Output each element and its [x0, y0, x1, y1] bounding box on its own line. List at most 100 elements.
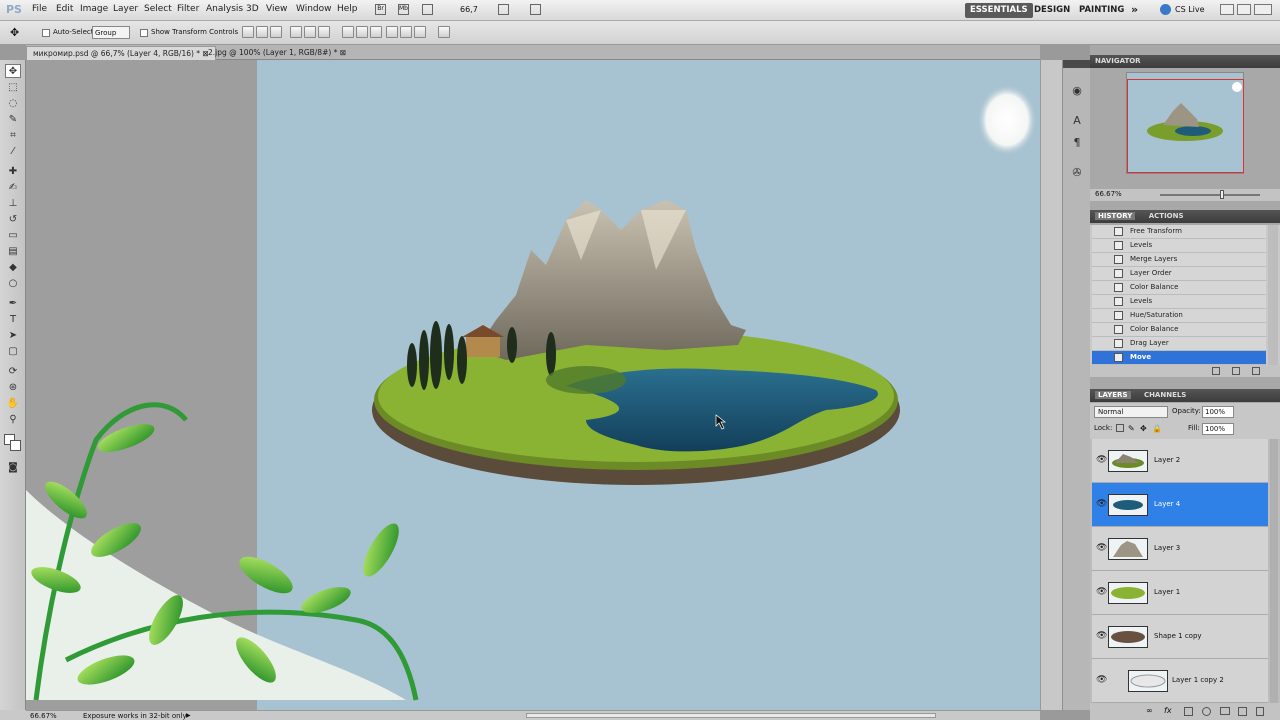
brush-tool-icon[interactable]: ✍ — [5, 180, 21, 194]
layers-scrollbar[interactable] — [1270, 439, 1278, 703]
tool-presets-icon[interactable]: ◉ — [1070, 84, 1084, 98]
navigator-view-box[interactable] — [1127, 79, 1244, 173]
clone-stamp-tool-icon[interactable]: ⊥ — [5, 196, 21, 210]
history-item[interactable]: Levels — [1092, 295, 1266, 309]
layer-row[interactable]: 👁 Layer 1 copy 2 — [1092, 659, 1268, 703]
move-tool-icon[interactable]: ✥ — [5, 64, 21, 78]
blur-tool-icon[interactable]: ◆ — [5, 260, 21, 274]
navigator-header[interactable]: NAVIGATOR — [1090, 55, 1280, 68]
blend-mode-select[interactable]: Normal — [1094, 406, 1168, 418]
cs-live-button[interactable]: CS Live — [1175, 5, 1205, 14]
menu-filter[interactable]: Filter — [177, 4, 199, 14]
paragraph-panel-icon[interactable]: ¶ — [1070, 136, 1084, 150]
bridge-icon[interactable]: Br — [375, 4, 386, 15]
adjustment-layer-icon[interactable] — [1202, 707, 1211, 716]
layer-row[interactable]: 👁 Shape 1 copy — [1092, 615, 1268, 659]
workspace-more[interactable]: » — [1126, 1, 1143, 16]
eyedropper-tool-icon[interactable]: ⁄ — [5, 144, 21, 158]
zoom-level-box[interactable]: 66,7 — [460, 5, 478, 14]
hand-tool-icon[interactable]: ✋ — [5, 396, 21, 410]
visibility-eye-icon[interactable]: 👁 — [1096, 499, 1107, 509]
new-group-icon[interactable] — [1220, 707, 1230, 715]
layer-mask-icon[interactable] — [1184, 707, 1193, 716]
eraser-tool-icon[interactable]: ▭ — [5, 228, 21, 242]
visibility-eye-icon[interactable]: 👁 — [1096, 543, 1107, 553]
history-item[interactable]: Hue/Saturation — [1092, 309, 1266, 323]
marquee-tool-icon[interactable]: ⬚ — [5, 80, 21, 94]
navigator-zoom-slider[interactable] — [1160, 194, 1260, 196]
mini-bridge-icon[interactable]: Mb — [398, 4, 409, 15]
type-tool-icon[interactable]: T — [5, 312, 21, 326]
align-vertical-center-icon[interactable] — [256, 26, 268, 38]
new-layer-icon[interactable] — [1238, 707, 1247, 716]
path-select-tool-icon[interactable]: ➤ — [5, 328, 21, 342]
auto-select-dropdown[interactable]: Group — [92, 26, 130, 39]
delete-layer-icon[interactable] — [1256, 707, 1264, 716]
doc-tab[interactable]: 2.jpg @ 100% (Layer 1, RGB/8#) * ⊠ — [202, 46, 352, 60]
layer-row[interactable]: 👁 Layer 2 — [1092, 439, 1268, 483]
history-item-selected[interactable]: Move — [1092, 351, 1266, 365]
new-snapshot-icon[interactable] — [1232, 367, 1240, 375]
menu-image[interactable]: Image — [80, 4, 108, 14]
background-color-swatch[interactable] — [10, 440, 21, 451]
workspace-design[interactable]: DESIGN — [1029, 3, 1075, 18]
distribute-vcenter-icon[interactable] — [356, 26, 368, 38]
history-item[interactable]: Color Balance — [1092, 281, 1266, 295]
menu-analysis[interactable]: Analysis — [206, 4, 243, 14]
navigator-zoom-handle[interactable] — [1220, 190, 1224, 199]
align-bottom-icon[interactable] — [270, 26, 282, 38]
align-top-icon[interactable] — [242, 26, 254, 38]
history-item[interactable]: Color Balance — [1092, 323, 1266, 337]
distribute-right-icon[interactable] — [414, 26, 426, 38]
character-panel-icon[interactable]: A — [1070, 114, 1084, 128]
status-menu-arrow-icon[interactable]: ▶ — [186, 712, 191, 719]
close-button[interactable] — [1254, 4, 1272, 15]
move-tool-icon[interactable]: ✥ — [10, 26, 19, 39]
distribute-top-icon[interactable] — [342, 26, 354, 38]
align-right-icon[interactable] — [318, 26, 330, 38]
fill-input[interactable]: 100% — [1202, 423, 1234, 435]
history-item[interactable]: Layer Order — [1092, 267, 1266, 281]
lock-position-icon[interactable]: ✥ — [1140, 424, 1147, 433]
history-item[interactable]: Merge Layers — [1092, 253, 1266, 267]
healing-brush-tool-icon[interactable]: ✚ — [5, 164, 21, 178]
dodge-tool-icon[interactable]: ○ — [5, 276, 21, 290]
layer-style-icon[interactable]: fx — [1164, 706, 1172, 715]
distribute-hcenter-icon[interactable] — [400, 26, 412, 38]
close-tab-icon[interactable]: ⊠ — [340, 48, 346, 57]
show-transform-checkbox[interactable] — [140, 28, 148, 38]
layer-row[interactable]: 👁 Layer 1 — [1092, 571, 1268, 615]
menu-layer[interactable]: Layer — [113, 4, 138, 14]
distribute-left-icon[interactable] — [386, 26, 398, 38]
restore-button[interactable] — [1237, 4, 1251, 15]
new-document-from-state-icon[interactable] — [1212, 367, 1220, 375]
zoom-tool-icon[interactable]: ⚲ — [5, 412, 21, 426]
navigator-zoom-value[interactable]: 66.67% — [1095, 190, 1122, 198]
canvas-horizontal-scrollbar[interactable] — [526, 713, 936, 718]
layer-row[interactable]: 👁 Layer 3 — [1092, 527, 1268, 571]
lock-transparency-icon[interactable] — [1116, 424, 1124, 432]
menu-window[interactable]: Window — [296, 4, 332, 14]
screen-mode-icon[interactable] — [530, 4, 541, 15]
workspace-painting[interactable]: PAINTING — [1074, 3, 1129, 18]
3d-rotate-tool-icon[interactable]: ⟳ — [5, 364, 21, 378]
lock-pixels-icon[interactable]: ✎ — [1128, 424, 1135, 433]
quick-mask-icon[interactable]: ◙ — [5, 460, 21, 474]
layer-row-selected[interactable]: 👁 Layer 4 — [1092, 483, 1268, 527]
menu-help[interactable]: Help — [337, 4, 358, 14]
distribute-bottom-icon[interactable] — [370, 26, 382, 38]
doc-tab-active[interactable]: микромир.psd @ 66,7% (Layer 4, RGB/16) *… — [26, 46, 216, 60]
clone-source-icon[interactable]: ✇ — [1070, 166, 1084, 180]
history-item[interactable]: Levels — [1092, 239, 1266, 253]
align-left-icon[interactable] — [290, 26, 302, 38]
menu-3d[interactable]: 3D — [246, 4, 259, 14]
history-item[interactable]: Drag Layer — [1092, 337, 1266, 351]
tab-history[interactable]: HISTORY — [1095, 212, 1136, 220]
canvas-vertical-scrollbar[interactable] — [1040, 60, 1062, 710]
pen-tool-icon[interactable]: ✒ — [5, 296, 21, 310]
arrange-documents-icon[interactable] — [498, 4, 509, 15]
auto-align-icon[interactable] — [438, 26, 450, 38]
minimize-button[interactable] — [1220, 4, 1234, 15]
menu-edit[interactable]: Edit — [56, 4, 73, 14]
visibility-eye-icon[interactable]: 👁 — [1096, 587, 1107, 597]
